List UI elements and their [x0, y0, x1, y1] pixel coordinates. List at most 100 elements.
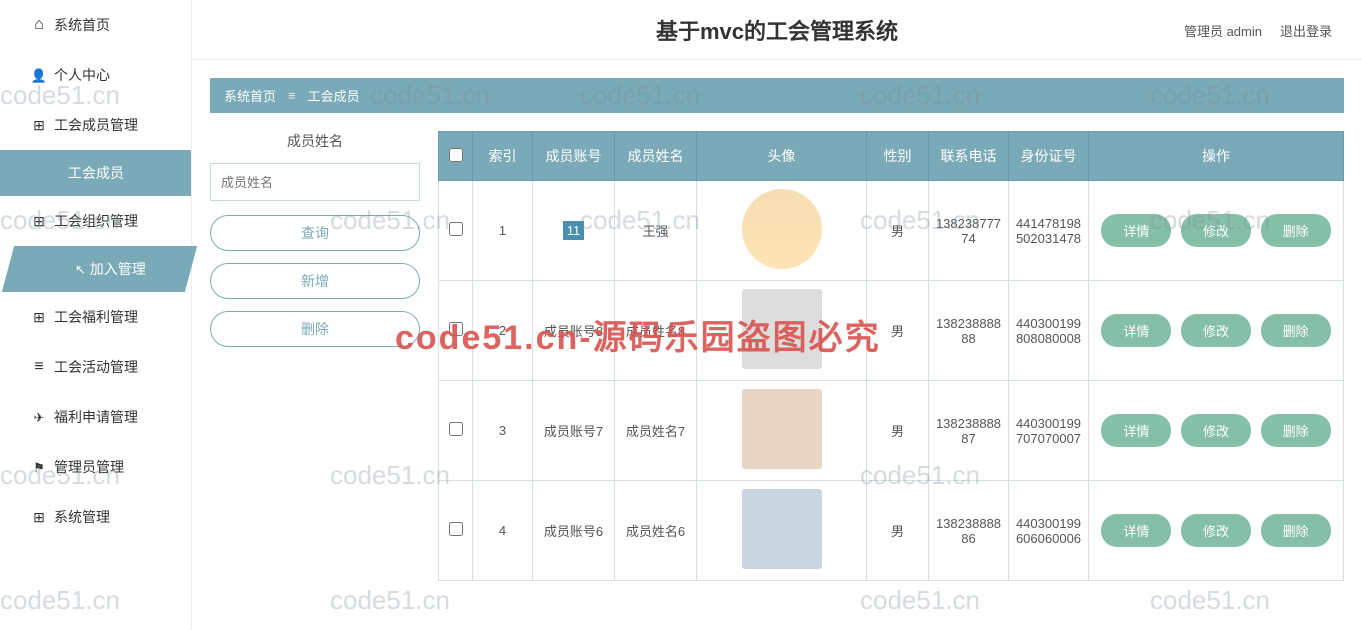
- cell-idcard: 440300199808080008: [1009, 281, 1089, 381]
- search-panel: 成员姓名 查询 新增 删除: [210, 131, 420, 581]
- cell-phone: 13823888888: [929, 281, 1009, 381]
- row-delete-button[interactable]: 删除: [1261, 514, 1331, 547]
- row-checkbox[interactable]: [449, 322, 463, 336]
- sidebar-label: 个人中心: [54, 65, 110, 85]
- cell-account: 11: [533, 181, 615, 281]
- sidebar-item-profile[interactable]: 个人中心: [0, 50, 191, 100]
- sidebar-label: 管理员管理: [54, 457, 124, 477]
- cell-name: 成员姓名7: [615, 381, 697, 481]
- sidebar-subitem-members[interactable]: 工会成员: [0, 150, 191, 196]
- table-row: 2 成员账号8 成员姓名8 男 13823888888 440300199808…: [439, 281, 1344, 381]
- cell-name: 王强: [615, 181, 697, 281]
- sidebar-label: 加入管理: [90, 261, 146, 277]
- col-idcard: 身份证号: [1009, 132, 1089, 181]
- search-label: 成员姓名: [210, 131, 420, 151]
- sidebar-subitem-join-mgmt[interactable]: 加入管理: [0, 246, 191, 292]
- edit-button[interactable]: 修改: [1181, 514, 1251, 547]
- cell-avatar: [697, 181, 867, 281]
- flag-icon: [30, 459, 48, 476]
- edit-button[interactable]: 修改: [1181, 414, 1251, 447]
- cell-idcard: 440300199707070007: [1009, 381, 1089, 481]
- checkbox-all[interactable]: [449, 148, 463, 162]
- cell-account: 成员账号7: [533, 381, 615, 481]
- row-delete-button[interactable]: 删除: [1261, 414, 1331, 447]
- admin-label[interactable]: 管理员 admin: [1184, 21, 1262, 40]
- breadcrumb: 系统首页 ≡ 工会成员: [210, 78, 1344, 113]
- cursor-icon: [75, 261, 86, 277]
- search-input[interactable]: [210, 163, 420, 201]
- sidebar-item-activity-mgmt[interactable]: 工会活动管理: [0, 342, 191, 392]
- sidebar-item-system-mgmt[interactable]: 系统管理: [0, 492, 191, 542]
- sidebar-label: 福利申请管理: [54, 407, 138, 427]
- col-gender: 性别: [867, 132, 929, 181]
- row-checkbox[interactable]: [449, 422, 463, 436]
- logout-link[interactable]: 退出登录: [1280, 21, 1332, 40]
- cell-actions: 详情 修改 删除: [1089, 181, 1344, 281]
- cell-gender: 男: [867, 381, 929, 481]
- cell-index: 3: [473, 381, 533, 481]
- members-table: 索引 成员账号 成员姓名 头像 性别 联系电话 身份证号 操作 1 11: [438, 131, 1344, 581]
- cell-name: 成员姓名6: [615, 481, 697, 581]
- cell-name: 成员姓名8: [615, 281, 697, 381]
- grid-icon: [30, 309, 48, 326]
- cell-account: 成员账号8: [533, 281, 615, 381]
- sidebar-item-member-mgmt[interactable]: 工会成员管理: [0, 100, 191, 150]
- row-checkbox[interactable]: [449, 522, 463, 536]
- detail-button[interactable]: 详情: [1101, 214, 1171, 247]
- header: 基于mvc的工会管理系统 管理员 admin 退出登录: [192, 0, 1362, 60]
- avatar: [742, 489, 822, 569]
- row-delete-button[interactable]: 删除: [1261, 314, 1331, 347]
- cell-index: 1: [473, 181, 533, 281]
- cell-idcard: 440300199606060006: [1009, 481, 1089, 581]
- cell-actions: 详情 修改 删除: [1089, 481, 1344, 581]
- add-button[interactable]: 新增: [210, 263, 420, 299]
- cell-index: 4: [473, 481, 533, 581]
- breadcrumb-current: 工会成员: [308, 86, 360, 105]
- edit-button[interactable]: 修改: [1181, 214, 1251, 247]
- cell-actions: 详情 修改 删除: [1089, 381, 1344, 481]
- table-header-row: 索引 成员账号 成员姓名 头像 性别 联系电话 身份证号 操作: [439, 132, 1344, 181]
- cell-gender: 男: [867, 181, 929, 281]
- query-button[interactable]: 查询: [210, 215, 420, 251]
- detail-button[interactable]: 详情: [1101, 314, 1171, 347]
- cell-avatar: [697, 481, 867, 581]
- cell-avatar: [697, 281, 867, 381]
- sidebar-item-welfare-apply[interactable]: 福利申请管理: [0, 392, 191, 442]
- cell-phone: 13823888887: [929, 381, 1009, 481]
- detail-button[interactable]: 详情: [1101, 414, 1171, 447]
- breadcrumb-home[interactable]: 系统首页: [224, 86, 276, 105]
- detail-button[interactable]: 详情: [1101, 514, 1171, 547]
- cell-phone: 13823888886: [929, 481, 1009, 581]
- cell-account: 成员账号6: [533, 481, 615, 581]
- edit-button[interactable]: 修改: [1181, 314, 1251, 347]
- sidebar-label: 系统首页: [54, 15, 110, 35]
- sidebar-label: 工会组织管理: [54, 211, 138, 231]
- col-name: 成员姓名: [615, 132, 697, 181]
- table-wrap: 索引 成员账号 成员姓名 头像 性别 联系电话 身份证号 操作 1 11: [438, 131, 1344, 581]
- sidebar-item-admin-mgmt[interactable]: 管理员管理: [0, 442, 191, 492]
- cell-idcard: 441478198502031478: [1009, 181, 1089, 281]
- sidebar-item-welfare-mgmt[interactable]: 工会福利管理: [0, 292, 191, 342]
- grid-icon: [30, 213, 48, 230]
- delete-button[interactable]: 删除: [210, 311, 420, 347]
- avatar: [742, 189, 822, 269]
- home-icon: [30, 16, 48, 34]
- table-row: 1 11 王强 男 13823877774 441478198502031478…: [439, 181, 1344, 281]
- row-checkbox[interactable]: [449, 222, 463, 236]
- grid-icon: [30, 117, 48, 134]
- cell-gender: 男: [867, 281, 929, 381]
- col-index: 索引: [473, 132, 533, 181]
- cell-index: 2: [473, 281, 533, 381]
- table-row: 4 成员账号6 成员姓名6 男 13823888886 440300199606…: [439, 481, 1344, 581]
- sidebar-item-org-mgmt[interactable]: 工会组织管理: [0, 196, 191, 246]
- row-delete-button[interactable]: 删除: [1261, 214, 1331, 247]
- avatar: [742, 289, 822, 369]
- content: 系统首页 ≡ 工会成员 成员姓名 查询 新增 删除 索引 成员账号 成员姓名 头…: [192, 60, 1362, 630]
- sidebar-label: 工会成员: [68, 165, 124, 181]
- sidebar-item-home[interactable]: 系统首页: [0, 0, 191, 50]
- sidebar-label: 工会活动管理: [54, 357, 138, 377]
- page-title: 基于mvc的工会管理系统: [656, 14, 898, 46]
- col-actions: 操作: [1089, 132, 1344, 181]
- col-account: 成员账号: [533, 132, 615, 181]
- person-icon: [30, 67, 48, 84]
